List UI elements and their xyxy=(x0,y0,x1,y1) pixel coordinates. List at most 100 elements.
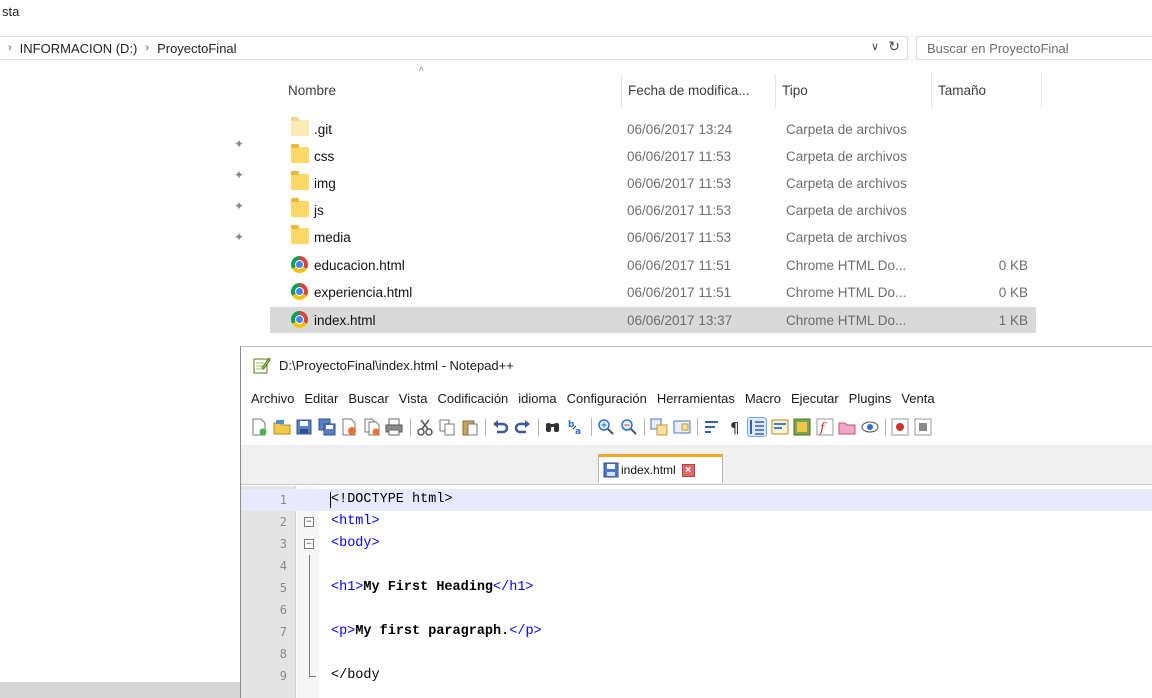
menu-macro[interactable]: Macro xyxy=(745,391,781,406)
navigation-pane-scrollbar[interactable] xyxy=(0,682,240,698)
code-line[interactable]: 6 xyxy=(241,599,1152,621)
folder-icon xyxy=(291,117,309,136)
code-line[interactable]: 3 <body> xyxy=(241,533,1152,555)
replace-icon[interactable]: ba xyxy=(567,418,585,436)
code-line[interactable]: 1 <!DOCTYPE html> xyxy=(241,489,1152,511)
indent-guide-icon[interactable] xyxy=(747,417,767,437)
address-history-dropdown-icon[interactable]: ∨ xyxy=(871,40,879,53)
file-name: js xyxy=(314,202,324,218)
pin-icon[interactable]: ✦ xyxy=(234,137,244,151)
breadcrumb-drive[interactable]: INFORMACION (D:) xyxy=(20,41,138,56)
file-row[interactable]: educacion.html 06/06/2017 11:51 Chrome H… xyxy=(270,252,1036,278)
search-input[interactable] xyxy=(916,36,1152,60)
code-line[interactable]: 9 </body xyxy=(241,665,1152,687)
close-tab-icon[interactable]: × xyxy=(681,463,695,477)
sync-horizontal-icon[interactable] xyxy=(673,418,691,436)
line-number: 7 xyxy=(279,625,287,639)
zoom-out-icon[interactable] xyxy=(620,418,638,436)
column-header-name[interactable]: Nombre xyxy=(282,74,622,108)
undo-icon[interactable] xyxy=(491,418,509,436)
menu-ejecutar[interactable]: Ejecutar xyxy=(791,391,839,406)
document-map-icon[interactable] xyxy=(793,418,811,436)
file-name: .git xyxy=(314,121,333,137)
cut-icon[interactable] xyxy=(416,418,434,436)
refresh-icon[interactable]: ↻ xyxy=(888,38,900,55)
menu-herramientas[interactable]: Herramientas xyxy=(657,391,735,406)
code-line[interactable]: 4 xyxy=(241,555,1152,577)
zoom-in-icon[interactable] xyxy=(597,418,615,436)
show-all-characters-icon[interactable]: ¶ xyxy=(726,418,744,436)
menu-idioma[interactable]: idioma xyxy=(518,391,556,406)
sync-vertical-icon[interactable] xyxy=(650,418,668,436)
file-row-selected[interactable]: index.html 06/06/2017 13:37 Chrome HTML … xyxy=(270,307,1036,333)
menu-buscar[interactable]: Buscar xyxy=(348,391,388,406)
menu-codificacion[interactable]: Codificación xyxy=(437,391,508,406)
tab-index-html[interactable]: index.html × xyxy=(598,454,723,483)
close-file-icon[interactable] xyxy=(340,418,358,436)
copy-icon[interactable] xyxy=(438,418,456,436)
address-bar[interactable]: › INFORMACION (D:) › ProyectoFinal ∨ ↻ xyxy=(0,36,908,60)
line-number: 5 xyxy=(279,581,287,595)
notepad-titlebar[interactable]: D:\ProyectoFinal\index.html - Notepad++ xyxy=(241,347,1152,385)
menu-vista[interactable]: Vista xyxy=(399,391,428,406)
open-file-icon[interactable] xyxy=(273,418,291,436)
column-header-type[interactable]: Tipo xyxy=(776,74,932,108)
file-size: 1 KB xyxy=(998,312,1028,328)
folder-as-workspace-icon[interactable] xyxy=(838,418,856,436)
monitoring-icon[interactable] xyxy=(861,418,879,436)
code-token: </p> xyxy=(509,624,542,639)
redo-icon[interactable] xyxy=(514,418,532,436)
breadcrumb-folder[interactable]: ProyectoFinal xyxy=(157,41,236,56)
breadcrumb-chevron-icon[interactable]: › xyxy=(145,42,149,54)
folder-icon xyxy=(291,171,309,190)
pin-icon[interactable]: ✦ xyxy=(234,168,244,182)
code-token: </body xyxy=(331,668,380,683)
new-file-icon[interactable] xyxy=(250,418,268,436)
file-row[interactable]: img 06/06/2017 11:53 Carpeta de archivos xyxy=(270,170,1036,196)
file-name: media xyxy=(314,229,351,245)
file-row[interactable]: js 06/06/2017 11:53 Carpeta de archivos xyxy=(270,197,1036,223)
breadcrumb-chevron-icon[interactable]: › xyxy=(8,42,12,54)
close-all-icon[interactable] xyxy=(363,418,381,436)
code-line[interactable]: 5 <h1>My First Heading</h1> xyxy=(241,577,1152,599)
file-row[interactable]: media 06/06/2017 11:53 Carpeta de archiv… xyxy=(270,224,1036,250)
tab-label: index.html xyxy=(621,463,676,477)
file-size: 0 KB xyxy=(998,284,1028,300)
stop-macro-icon[interactable] xyxy=(914,418,932,436)
function-list-icon[interactable]: f xyxy=(816,418,834,436)
column-header-size[interactable]: Tamaño xyxy=(932,74,1042,108)
menu-plugins[interactable]: Plugins xyxy=(849,391,892,406)
menu-ventana[interactable]: Venta xyxy=(901,391,934,406)
paste-icon[interactable] xyxy=(461,418,479,436)
pin-icon[interactable]: ✦ xyxy=(234,230,244,244)
folder-icon xyxy=(291,225,309,244)
menu-archivo[interactable]: Archivo xyxy=(251,391,294,406)
menu-editar[interactable]: Editar xyxy=(304,391,338,406)
save-icon[interactable] xyxy=(295,418,313,436)
record-macro-icon[interactable] xyxy=(891,418,909,436)
file-row[interactable]: experiencia.html 06/06/2017 11:51 Chrome… xyxy=(270,279,1036,305)
user-language-icon[interactable] xyxy=(771,418,789,436)
menu-configuracion[interactable]: Configuración xyxy=(567,391,647,406)
code-token: <h1> xyxy=(331,580,364,595)
code-editor[interactable]: 1 <!DOCTYPE html> 2 <html> 3 <body> 4 5 <h1>My F… xyxy=(241,486,1152,698)
print-icon[interactable] xyxy=(385,418,403,436)
code-line[interactable]: 7 <p>My first paragraph.</p> xyxy=(241,621,1152,643)
code-token: <html> xyxy=(331,514,380,529)
file-type: Carpeta de archivos xyxy=(786,202,907,218)
file-row[interactable]: .git 06/06/2017 13:24 Carpeta de archivo… xyxy=(270,116,1036,142)
code-text: <html> xyxy=(331,511,380,533)
file-row[interactable]: css 06/06/2017 11:53 Carpeta de archivos xyxy=(270,143,1036,169)
code-line[interactable]: 2 <html> xyxy=(241,511,1152,533)
word-wrap-icon[interactable] xyxy=(703,418,721,436)
pin-icon[interactable]: ✦ xyxy=(234,199,244,213)
fold-collapse-icon[interactable]: − xyxy=(304,517,314,527)
find-icon[interactable] xyxy=(544,418,562,436)
file-name: css xyxy=(314,148,335,164)
code-text: </body xyxy=(331,665,380,687)
fold-collapse-icon[interactable]: − xyxy=(304,539,314,549)
column-header-date[interactable]: Fecha de modifica... xyxy=(622,74,776,108)
code-token: My First Heading xyxy=(363,580,494,595)
code-line[interactable]: 8 xyxy=(241,643,1152,665)
save-all-icon[interactable] xyxy=(318,418,336,436)
